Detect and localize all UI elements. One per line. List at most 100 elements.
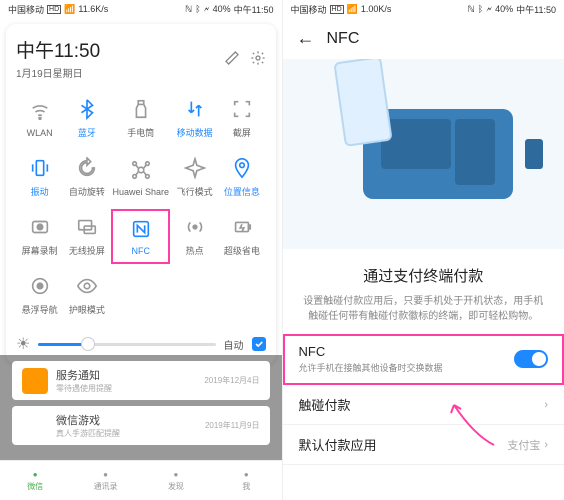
tile-cast[interactable]: 无线投屏 <box>63 208 110 265</box>
tile-share[interactable]: Huawei Share <box>110 149 171 206</box>
status-bar: 中国移动 HD 📶 1.00K/s ℕ ᛒ 🗲 40% 中午11:50 <box>283 0 564 18</box>
setting-value: 支付宝› <box>507 437 548 453</box>
notif-title: 微信游戏 <box>56 412 197 428</box>
nav-icon: ● <box>244 470 249 479</box>
chevron-right-icon: › <box>544 439 548 451</box>
settings-list: NFC允许手机在接触其他设备时交换数据触碰付款 › 默认付款应用 支付宝› <box>283 334 564 465</box>
carrier-label: 中国移动 <box>8 3 44 16</box>
tile-label: 超级省电 <box>224 244 260 257</box>
floatnav-icon <box>29 275 51 297</box>
tile-label: NFC <box>132 246 151 256</box>
notif-app-icon <box>22 368 48 394</box>
data-icon <box>184 98 206 120</box>
section-desc: 设置触碰付款应用后，只要手机处于开机状态，用手机触碰任何带有触碰付款徽标的终端，… <box>301 294 547 324</box>
nfc-settings-screen: 中国移动 HD 📶 1.00K/s ℕ ᛒ 🗲 40% 中午11:50 ← NF… <box>283 0 564 500</box>
notification-card[interactable]: 微信游戏真人手游匹配提醒2019年11月9日 <box>12 406 270 445</box>
bluetooth-status-icon: ᛒ <box>478 4 483 14</box>
tile-bluetooth[interactable]: 蓝牙 <box>63 90 110 147</box>
tile-label: 截屏 <box>233 126 251 139</box>
net-speed: 11.6K/s <box>78 4 108 14</box>
brightness-slider[interactable] <box>38 343 215 346</box>
share-icon <box>130 159 152 181</box>
vibrate-icon <box>29 157 51 179</box>
tile-eye[interactable]: 护眼模式 <box>63 267 110 324</box>
tile-screenshot[interactable]: 截屏 <box>218 90 265 147</box>
tile-record[interactable]: 屏幕录制 <box>16 208 63 265</box>
nfc-illustration <box>283 59 564 249</box>
tile-label: 自动旋转 <box>69 185 105 198</box>
tile-floatnav[interactable]: 悬浮导航 <box>16 267 63 324</box>
setting-name: NFC <box>299 344 443 359</box>
setting-value: › <box>544 399 548 411</box>
page-header: ← NFC <box>283 18 564 59</box>
nav-icon: ● <box>174 470 179 479</box>
setting-触碰付款[interactable]: 触碰付款 › <box>283 385 564 425</box>
wifi-icon <box>29 100 51 122</box>
signal-icon: 📶 <box>347 4 358 15</box>
setting-NFC[interactable]: NFC允许手机在接触其他设备时交换数据 <box>283 334 564 385</box>
tile-label: 振动 <box>31 185 49 198</box>
notif-app-icon <box>22 413 48 439</box>
edit-icon[interactable] <box>224 50 240 66</box>
notif-subtitle: 零待遇使用提醒 <box>56 383 196 394</box>
tile-hotspot[interactable]: 热点 <box>171 208 218 265</box>
nav-我[interactable]: ●我 <box>211 461 281 500</box>
tile-label: Huawei Share <box>112 187 169 197</box>
setting-默认付款应用[interactable]: 默认付款应用 支付宝› <box>283 425 564 465</box>
notif-title: 服务通知 <box>56 367 196 383</box>
hotspot-icon <box>184 216 206 238</box>
chevron-right-icon: › <box>544 399 548 411</box>
tile-battery[interactable]: 超级省电 <box>218 208 265 265</box>
tile-label: 手电筒 <box>127 126 154 139</box>
tile-nfc[interactable]: NFC <box>110 208 171 265</box>
bluetooth-icon <box>76 98 98 120</box>
tile-vibrate[interactable]: 振动 <box>16 149 63 206</box>
tile-label: 护眼模式 <box>69 303 105 316</box>
auto-brightness-label: 自动 <box>224 337 244 352</box>
nav-通讯录[interactable]: ●通讯录 <box>70 461 140 500</box>
toggle-switch[interactable] <box>514 350 548 368</box>
signal-icon: 📶 <box>64 4 75 15</box>
tiles-grid: WLAN 蓝牙 手电筒 移动数据 截屏振动 自动旋转 Huawei Share 飞行模式位置信… <box>16 90 266 324</box>
location-icon <box>231 157 253 179</box>
setting-name: 默认付款应用 <box>299 435 377 454</box>
hd-badge: HD <box>330 5 344 14</box>
brightness-row: ☀ 自动 <box>16 334 266 354</box>
navbar: ●微信●通讯录●发现●我 <box>0 460 282 500</box>
tile-data[interactable]: 移动数据 <box>171 90 218 147</box>
auto-brightness-checkbox[interactable] <box>252 337 266 351</box>
nav-label: 微信 <box>27 481 43 492</box>
nfc-status-icon: ℕ <box>468 4 475 15</box>
tile-label: 屏幕录制 <box>22 244 58 257</box>
setting-name: 触碰付款 <box>299 395 351 414</box>
rotate-icon <box>76 157 98 179</box>
eye-icon <box>76 275 98 297</box>
back-icon[interactable]: ← <box>297 28 315 49</box>
nav-微信[interactable]: ●微信 <box>0 461 70 500</box>
battery-icon: 🗲 <box>204 4 210 15</box>
nav-发现[interactable]: ● 发现 <box>141 461 211 500</box>
hd-badge: HD <box>47 5 61 14</box>
flashlight-icon <box>130 98 152 120</box>
tile-location[interactable]: 位置信息 <box>218 149 265 206</box>
nav-icon: ● <box>103 470 108 479</box>
nav-label: 发现 <box>168 481 184 492</box>
battery-icon <box>231 216 253 238</box>
clock: 中午11:50 <box>516 3 556 16</box>
tile-label: 移动数据 <box>177 126 213 139</box>
notif-date: 2019年12月4日 <box>204 375 259 386</box>
nfc-icon <box>130 218 152 240</box>
tile-label: 位置信息 <box>224 185 260 198</box>
tile-flashlight[interactable]: 手电筒 <box>110 90 171 147</box>
quick-settings-screen: 中国移动 HD 📶 11.6K/s ℕ ᛒ 🗲 40% 中午11:50 中午11… <box>0 0 283 500</box>
notification-card[interactable]: 服务通知零待遇使用提醒 2019年12月4日 <box>12 361 270 400</box>
page-title: NFC <box>327 30 360 48</box>
airplane-icon <box>184 157 206 179</box>
tile-wifi[interactable]: WLAN <box>16 90 63 147</box>
tile-label: 蓝牙 <box>78 126 96 139</box>
tile-label: 无线投屏 <box>69 244 105 257</box>
tile-label: 飞行模式 <box>177 185 213 198</box>
gear-icon[interactable] <box>250 50 266 66</box>
tile-rotate[interactable]: 自动旋转 <box>63 149 110 206</box>
tile-airplane[interactable]: 飞行模式 <box>171 149 218 206</box>
